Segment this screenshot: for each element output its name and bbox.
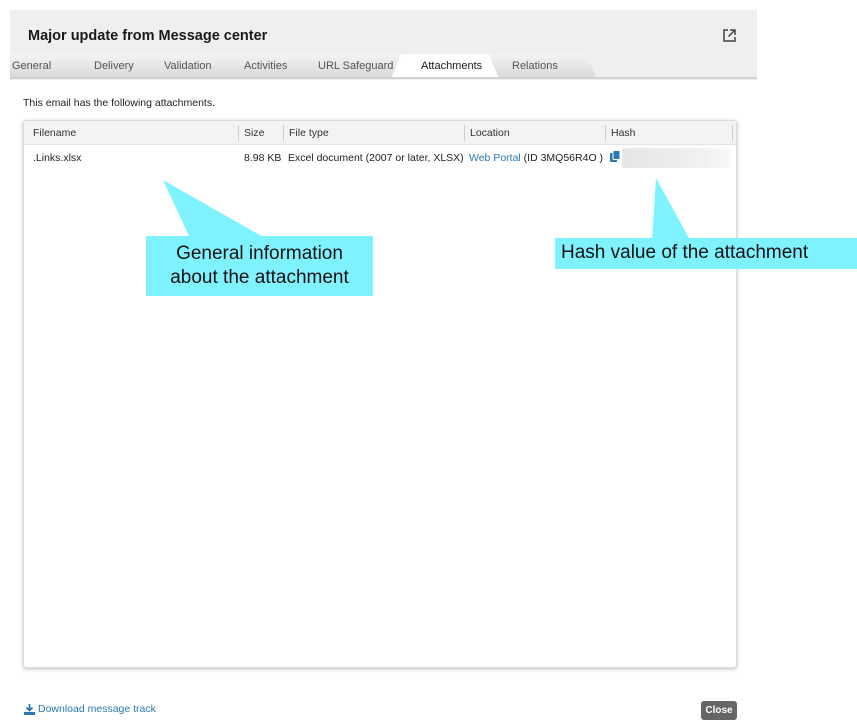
- column-separator[interactable]: [605, 125, 606, 141]
- cell-size: 8.98 KB: [244, 152, 282, 164]
- cell-file-type: Excel document (2007 or later, XLSX): [288, 152, 464, 164]
- table-row[interactable]: .Links.xlsx 8.98 KB Excel document (2007…: [24, 146, 736, 170]
- tab-strip: General Delivery Validation Activities U…: [10, 54, 757, 79]
- tab-activities[interactable]: Activities: [244, 60, 287, 72]
- tab-general[interactable]: General: [12, 60, 51, 72]
- column-separator[interactable]: [283, 125, 284, 141]
- callout-general-info: General information about the attachment: [146, 236, 373, 296]
- table-header: Filename Size File type Location Hash: [24, 121, 736, 145]
- callout-hash-value: Hash value of the attachment: [555, 238, 857, 269]
- tab-url-safeguard[interactable]: URL Safeguard: [318, 60, 393, 72]
- column-separator[interactable]: [238, 125, 239, 141]
- column-header-location[interactable]: Location: [470, 127, 510, 139]
- column-header-file-type[interactable]: File type: [289, 127, 329, 139]
- callout-general-line2: about the attachment: [170, 267, 349, 288]
- column-header-hash[interactable]: Hash: [611, 127, 636, 139]
- tab-relations[interactable]: Relations: [512, 60, 558, 72]
- hash-value-redacted: [622, 148, 730, 168]
- tab-delivery[interactable]: Delivery: [94, 60, 134, 72]
- callout-general-line1: General information: [176, 243, 343, 264]
- tab-validation[interactable]: Validation: [164, 60, 212, 72]
- column-separator[interactable]: [464, 125, 465, 141]
- tab-attachments[interactable]: Attachments: [421, 60, 482, 72]
- cell-location: Web Portal (ID 3MQ56R4O ): [469, 152, 603, 164]
- download-label: Download message track: [38, 703, 156, 715]
- copy-icon[interactable]: [609, 150, 621, 163]
- dialog-title: Major update from Message center: [28, 28, 268, 44]
- column-separator[interactable]: [732, 125, 733, 141]
- intro-text: This email has the following attachments…: [23, 97, 216, 109]
- column-header-filename[interactable]: Filename: [33, 127, 76, 139]
- close-button[interactable]: Close: [701, 701, 737, 720]
- download-message-track-link[interactable]: Download message track: [24, 703, 156, 715]
- location-id: (ID 3MQ56R4O ): [523, 152, 604, 164]
- download-icon: [24, 703, 35, 715]
- column-header-size[interactable]: Size: [244, 127, 264, 139]
- attachments-table: Filename Size File type Location Hash .L…: [23, 120, 737, 668]
- external-link-icon[interactable]: [722, 28, 737, 43]
- cell-filename: .Links.xlsx: [33, 152, 82, 164]
- web-portal-link[interactable]: Web Portal: [469, 152, 521, 164]
